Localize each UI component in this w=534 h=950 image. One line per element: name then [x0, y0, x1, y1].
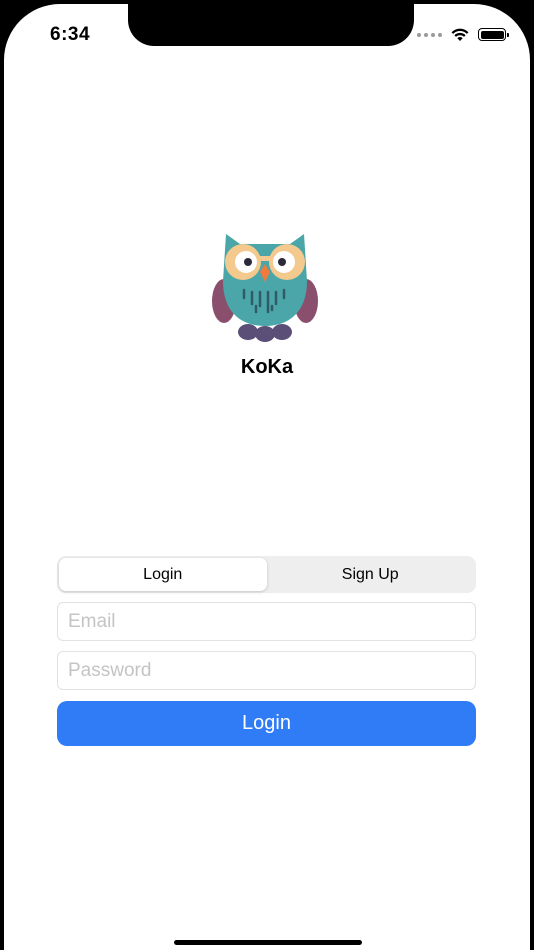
home-indicator: [174, 940, 362, 945]
status-icons: [417, 27, 509, 42]
battery-icon: [478, 28, 509, 41]
tab-sign-up[interactable]: Sign Up: [267, 558, 475, 591]
tab-login[interactable]: Login: [59, 558, 267, 591]
app-name: KoKa: [240, 356, 294, 378]
status-time: 6:34: [50, 24, 91, 45]
app-display: 6:34 KoKa Login Sign Up Email Login: [4, 4, 530, 950]
password-field[interactable]: [57, 651, 476, 690]
email-field[interactable]: [57, 602, 476, 641]
phone-screen: 6:34 KoKa Login Sign Up Email Login: [0, 0, 534, 950]
device-notch: [128, 4, 414, 46]
auth-segmented-control[interactable]: Login Sign Up: [57, 556, 476, 593]
wifi-icon: [451, 28, 469, 41]
login-button[interactable]: Login: [57, 701, 476, 746]
owl-logo-icon: [212, 234, 318, 342]
signal-dots-icon: [417, 32, 442, 37]
